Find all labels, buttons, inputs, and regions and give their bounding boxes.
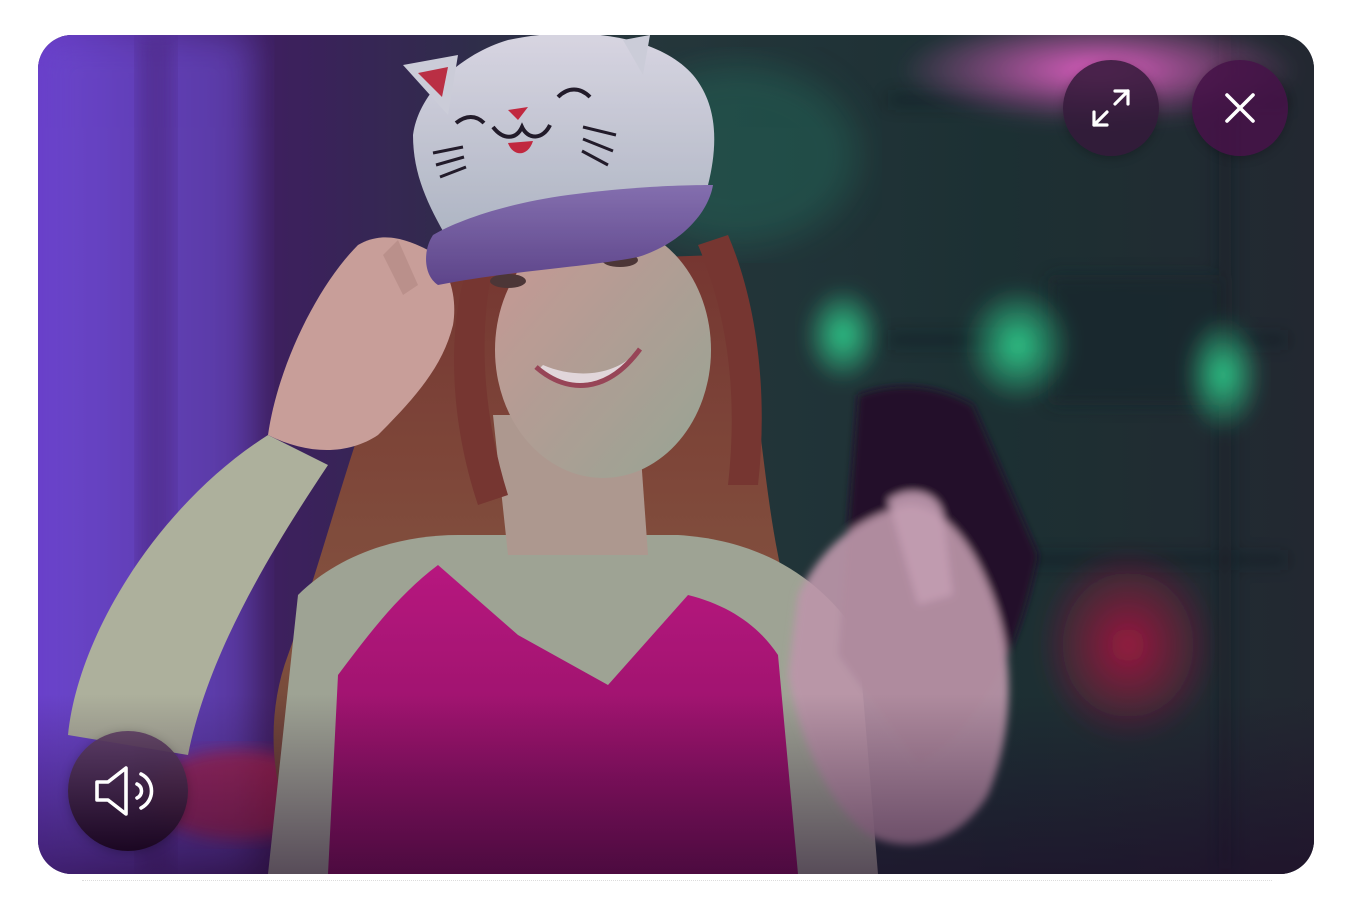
video-player[interactable] — [38, 35, 1314, 874]
expand-icon — [1092, 89, 1130, 127]
close-button[interactable] — [1192, 60, 1288, 156]
expand-button[interactable] — [1063, 60, 1159, 156]
page — [0, 0, 1359, 924]
divider — [82, 880, 1272, 881]
sound-button[interactable] — [68, 731, 188, 851]
video-frame — [38, 35, 1314, 874]
close-icon — [1225, 93, 1255, 123]
speaker-sound-icon — [95, 766, 154, 816]
